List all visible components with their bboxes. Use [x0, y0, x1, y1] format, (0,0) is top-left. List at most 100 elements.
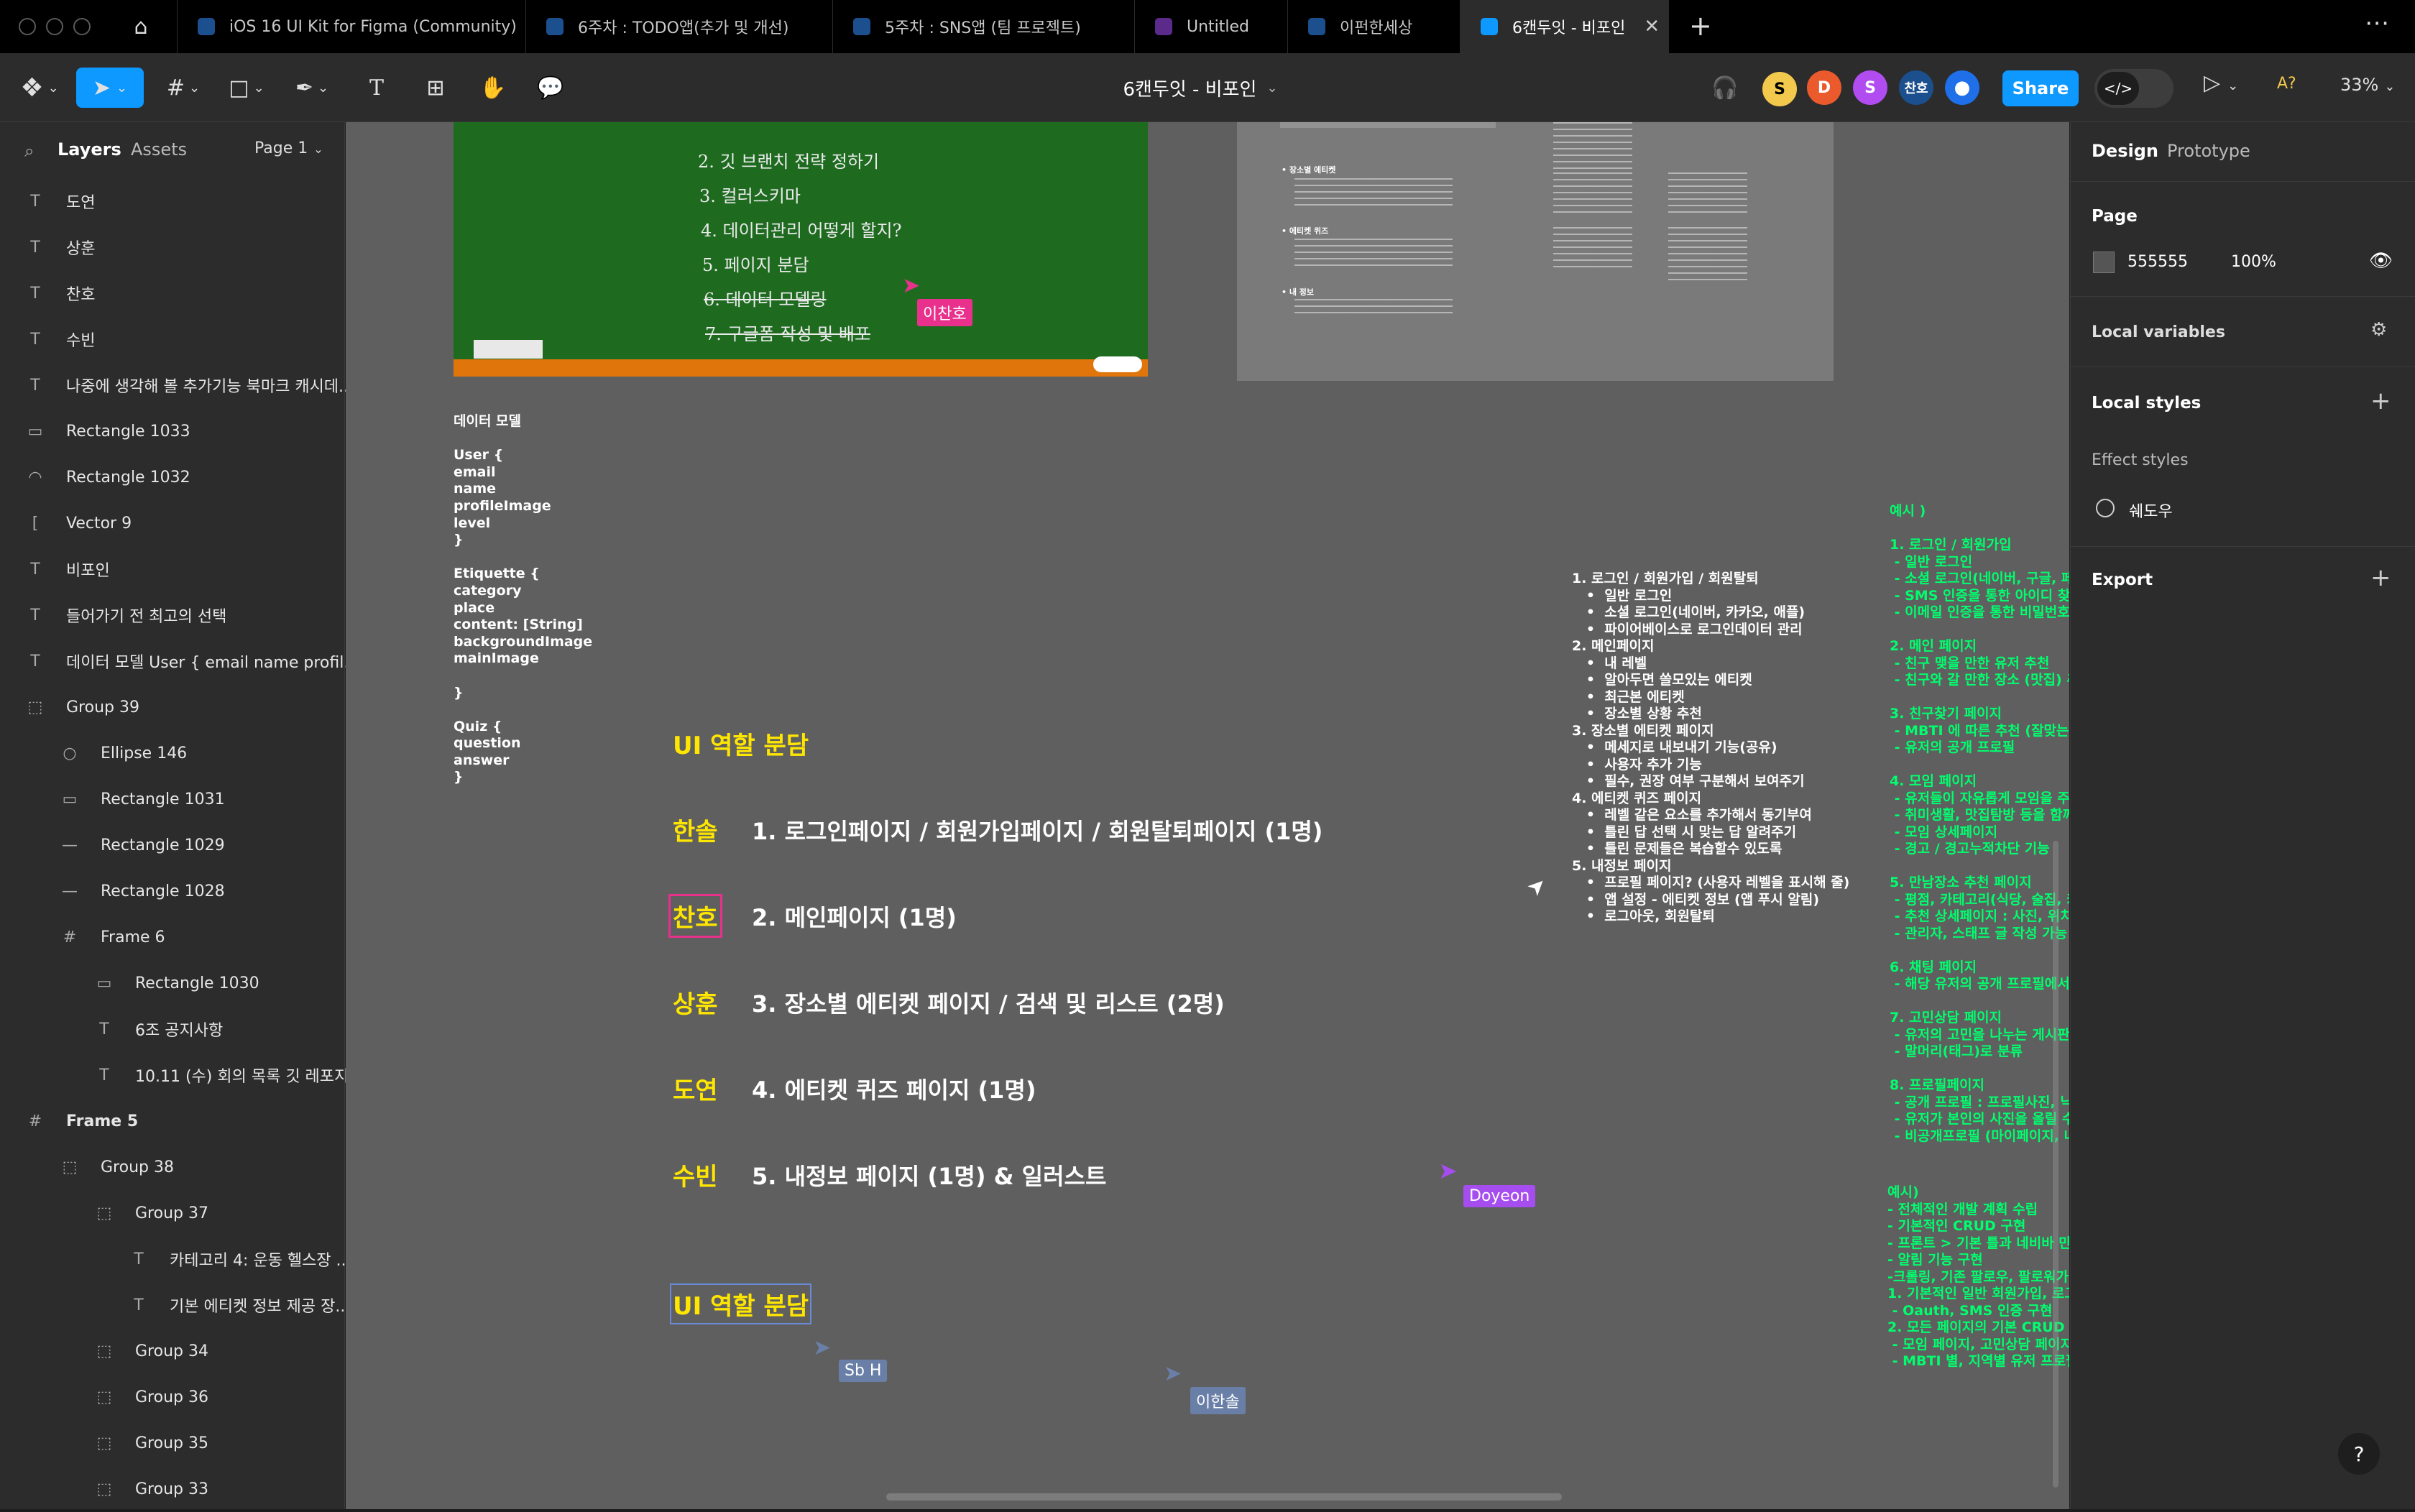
layer-item[interactable]: ○ Ellipse 146: [0, 730, 404, 776]
ui-role-heading[interactable]: UI 역할 분담: [673, 726, 809, 761]
role-name[interactable]: 도연: [673, 1071, 718, 1106]
tab-label: Untitled: [1187, 17, 1250, 36]
layer-item[interactable]: T 찬호: [0, 270, 369, 316]
font-warning-icon[interactable]: A?: [2277, 75, 2296, 93]
layer-item[interactable]: T 들어가기 전 최고의 선택: [0, 592, 369, 638]
layer-item[interactable]: T 상훈: [0, 224, 369, 270]
window-minimize-dot[interactable]: [46, 18, 63, 35]
add-style-icon[interactable]: +: [2370, 387, 2391, 415]
headphones-icon[interactable]: 🎧: [1703, 68, 1747, 108]
layer-item[interactable]: T 비포인: [0, 546, 369, 592]
chalkboard-line: 5. 페이지 분담: [702, 255, 809, 275]
layer-item[interactable]: T 나중에 생각해 볼 추가기능 북마크 캐시데...: [0, 362, 369, 408]
home-tab[interactable]: ⌂: [105, 0, 178, 53]
layer-name: 찬호: [66, 286, 96, 304]
local-variables-label[interactable]: Local variables: [2092, 323, 2225, 341]
more-options-icon[interactable]: ⋯: [2365, 9, 2391, 37]
share-button[interactable]: Share: [2002, 70, 2079, 106]
layer-item[interactable]: ◠ Rectangle 1032: [0, 454, 369, 500]
role-task[interactable]: 4. 에티켓 퀴즈 페이지 (1명): [752, 1072, 1036, 1105]
layer-item[interactable]: # Frame 5: [0, 1098, 369, 1144]
page-color-value[interactable]: 555555: [2128, 253, 2188, 271]
comment-tool-icon[interactable]: 💬: [529, 68, 572, 108]
layer-item[interactable]: T 데이터 모델 User { email name profil...: [0, 638, 369, 684]
role-task[interactable]: 3. 장소별 에티켓 페이지 / 검색 및 리스트 (2명): [752, 986, 1225, 1019]
layer-item[interactable]: ⬚ Group 38: [0, 1144, 404, 1190]
effect-style-item[interactable]: 쉐도우: [2129, 499, 2173, 522]
dev-mode-toggle[interactable]: </>: [2094, 69, 2174, 108]
layer-item[interactable]: T 도연: [0, 178, 369, 224]
variables-settings-icon[interactable]: ⚙: [2370, 319, 2387, 341]
layer-type-icon: T: [30, 376, 40, 395]
ui-role-heading-selected[interactable]: UI 역할 분담: [669, 1283, 812, 1324]
avatar[interactable]: 찬호: [1899, 70, 1933, 105]
role-task[interactable]: 5. 내정보 페이지 (1명) & 일러스트: [752, 1158, 1106, 1191]
pen-tool-icon[interactable]: ✒ ⌄: [283, 68, 341, 108]
avatar[interactable]: S: [1761, 70, 1798, 108]
hand-tool-icon[interactable]: ✋: [472, 68, 515, 108]
chalkboard-image[interactable]: 2. 깃 브랜치 전략 정하기 3. 컬러스키마 4. 데이터관리 어떻게 할지? 5…: [454, 122, 1148, 359]
page-structure-frame[interactable]: • 장소별 에티켓 • 에티켓 퀴즈 • 내 정보: [1237, 122, 1834, 381]
shape-tool-icon[interactable]: □ ⌄: [220, 68, 273, 108]
close-tab-icon[interactable]: ✕: [1644, 16, 1660, 37]
example-feature-text[interactable]: 예시 ) 1. 로그인 / 회원가입 - 일반 로그인 - 소셜 로그인(네이버…: [1890, 503, 2069, 1145]
layer-type-icon: T: [99, 1066, 109, 1084]
page-selector[interactable]: Page 1 ⌄: [254, 139, 323, 157]
role-name[interactable]: 수빈: [673, 1157, 718, 1192]
layer-item[interactable]: ▭ Rectangle 1033: [0, 408, 369, 454]
frame-tool-icon[interactable]: # ⌄: [157, 68, 210, 108]
new-tab-icon[interactable]: +: [1689, 10, 1712, 42]
zoom-control[interactable]: 33% ⌄: [2340, 75, 2395, 95]
tab-layers[interactable]: Layers: [58, 139, 121, 160]
layer-item[interactable]: [Vector 9: [0, 500, 369, 546]
chevron-down-icon: ⌄: [313, 142, 323, 156]
role-name[interactable]: 한솔: [673, 812, 718, 847]
role-name[interactable]: 상훈: [673, 985, 718, 1020]
data-model-text[interactable]: 데이터 모델 User { email name profileImage le…: [454, 413, 592, 786]
chalkboard-tray: [454, 359, 1148, 377]
window-close-dot[interactable]: [19, 18, 36, 35]
tab-prototype[interactable]: Prototype: [2167, 141, 2250, 161]
feature-list-text[interactable]: 1. 로그인 / 회원가입 / 회원탈퇴 • 일반 로그인 • 소셜 로그인(네…: [1572, 571, 1849, 926]
tab-ios16-ui-kit[interactable]: iOS 16 UI Kit for Figma (Community): [178, 0, 526, 53]
present-icon[interactable]: ▷ ⌄: [2204, 70, 2238, 96]
avatar[interactable]: D: [1807, 70, 1841, 105]
figma-menu-icon[interactable]: ❖ ⌄: [14, 68, 65, 108]
layer-item[interactable]: # Frame 6: [0, 914, 404, 960]
layer-item[interactable]: T 수빈: [0, 316, 369, 362]
layer-name: Ellipse 146: [101, 744, 188, 762]
tab-easy-world[interactable]: 이펀한세상: [1288, 0, 1460, 53]
add-export-icon[interactable]: +: [2370, 563, 2391, 592]
example-plan-text[interactable]: 예시) - 전체적인 개발 계획 수립 - 기본적인 CRUD 구현 - 프론트…: [1887, 1184, 2069, 1370]
tab-todo-app[interactable]: 6주차 : TODO앱(추가 및 개선): [526, 0, 833, 53]
role-task[interactable]: 1. 로그인페이지 / 회원가입페이지 / 회원탈퇴페이지 (1명): [752, 813, 1322, 847]
avatar[interactable]: ●: [1945, 70, 1979, 105]
layer-name: 카테고리 4: 운동 헬스장 ...: [170, 1252, 351, 1270]
search-icon[interactable]: ⌕: [24, 141, 34, 161]
help-button[interactable]: ?: [2338, 1433, 2380, 1475]
layer-item[interactable]: — Rectangle 1029: [0, 822, 404, 868]
tab-active-file[interactable]: 6캔두잇 - 비포인 ✕: [1460, 0, 1669, 53]
design-canvas[interactable]: 2. 깃 브랜치 전략 정하기 3. 컬러스키마 4. 데이터관리 어떻게 할지? 5…: [346, 122, 2069, 1509]
eye-icon[interactable]: 👁: [2369, 250, 2393, 272]
layer-item[interactable]: ⬚ Group 39: [0, 684, 369, 730]
file-title[interactable]: 6캔두잇 - 비포인 ⌄: [1092, 70, 1308, 105]
tab-assets[interactable]: Assets: [131, 139, 187, 160]
horizontal-scrollbar[interactable]: [886, 1493, 1562, 1501]
tab-untitled[interactable]: Untitled: [1135, 0, 1288, 53]
avatar[interactable]: S: [1853, 70, 1887, 105]
role-name-selected[interactable]: 찬호: [668, 894, 722, 938]
layer-item[interactable]: — Rectangle 1028: [0, 868, 404, 914]
layer-item[interactable]: ▭ Rectangle 1031: [0, 776, 404, 822]
move-tool-icon[interactable]: ➤ ⌄: [76, 68, 144, 108]
resources-tool-icon[interactable]: ⊞: [414, 68, 457, 108]
page-opacity-value[interactable]: 100%: [2231, 253, 2276, 271]
text-tool-icon[interactable]: T: [355, 68, 398, 108]
tab-sns-app[interactable]: 5주차 : SNS앱 (팀 프로젝트): [833, 0, 1135, 53]
tab-design[interactable]: Design: [2092, 141, 2158, 161]
vertical-scrollbar[interactable]: [2053, 841, 2058, 1488]
layer-name: Group 37: [135, 1204, 208, 1222]
role-task[interactable]: 2. 메인페이지 (1명): [752, 900, 957, 933]
page-color-swatch[interactable]: [2093, 252, 2115, 273]
window-zoom-dot[interactable]: [73, 18, 91, 35]
